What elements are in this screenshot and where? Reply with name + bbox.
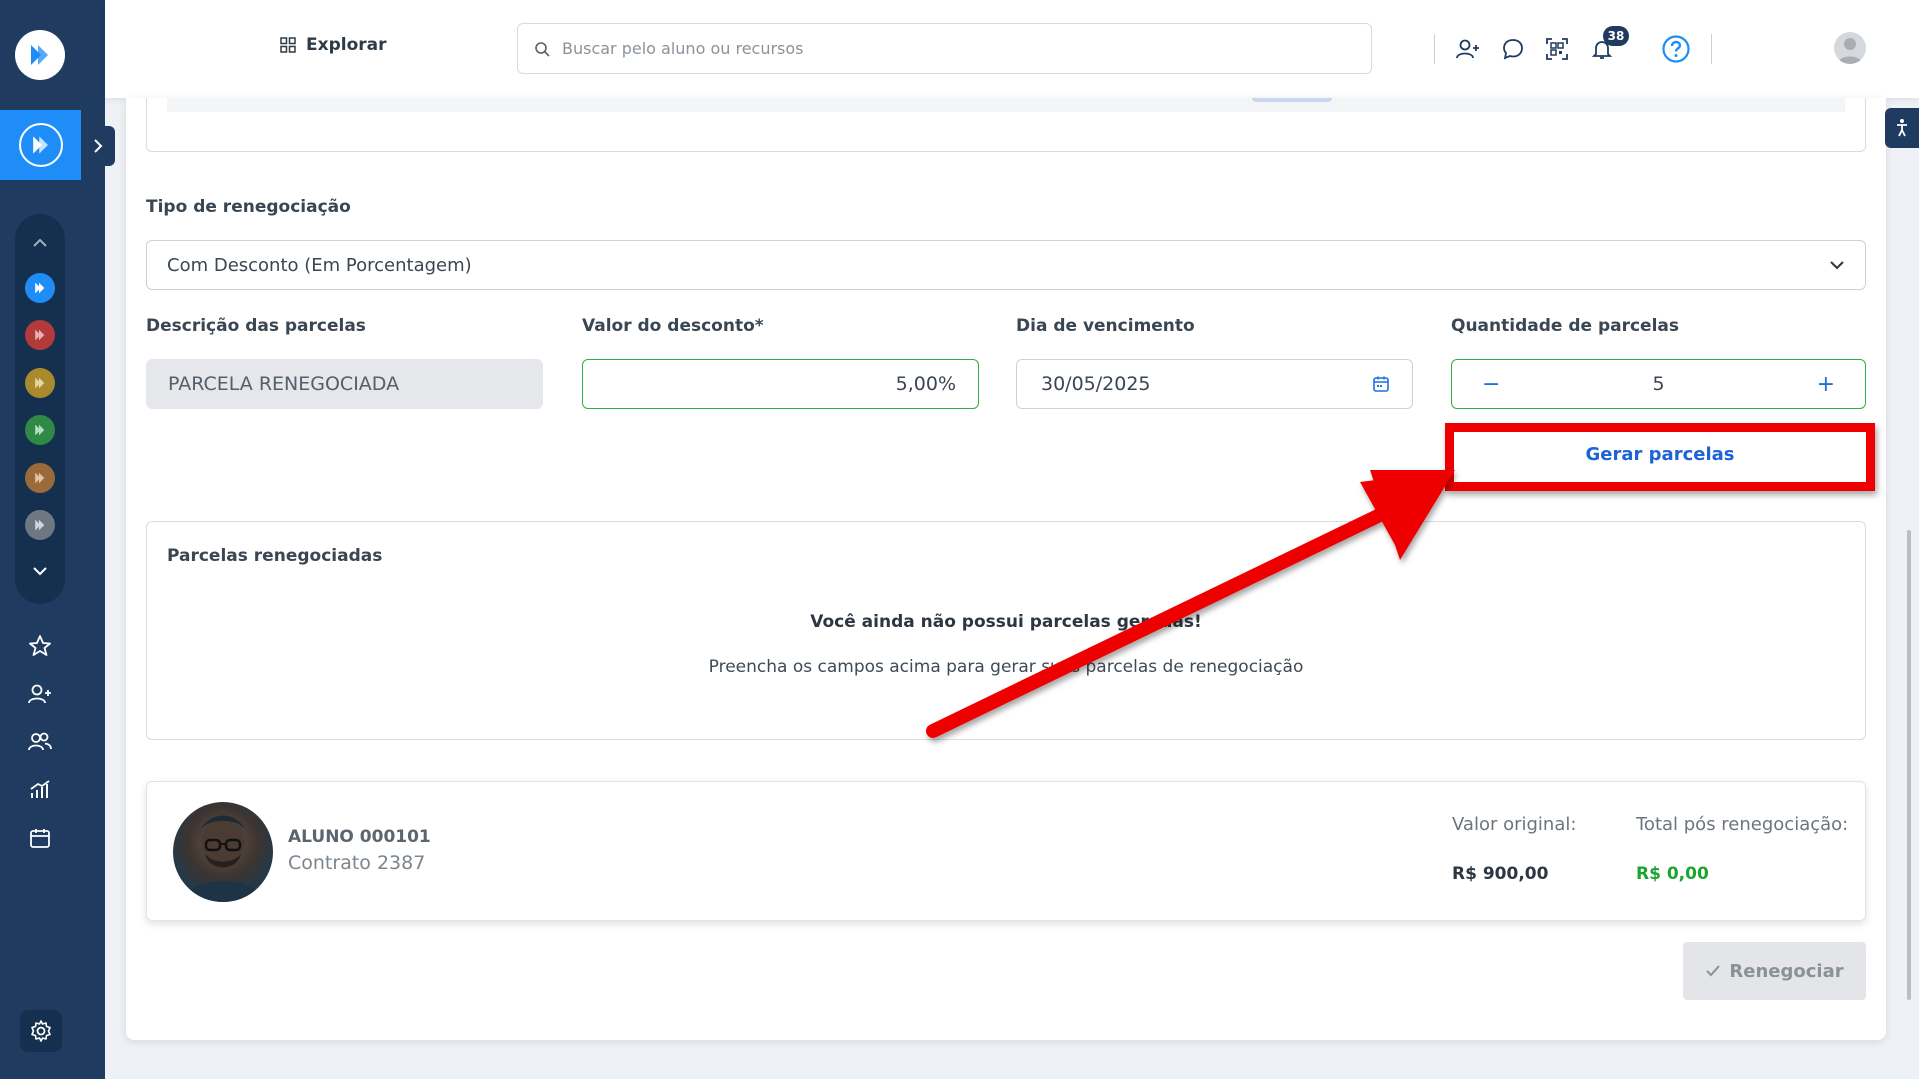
desconto-label: Valor do desconto* (582, 316, 764, 336)
grid-icon (280, 37, 296, 53)
notification-badge: 38 (1603, 26, 1629, 46)
quantidade-stepper: − 5 + (1451, 359, 1866, 409)
student-card: ALUNO 000101 Contrato 2387 Valor origina… (146, 781, 1866, 921)
help-icon[interactable] (1659, 32, 1693, 66)
calendar-icon[interactable] (24, 822, 56, 854)
module-brown-icon[interactable] (25, 463, 55, 493)
module-blue-icon[interactable] (25, 273, 55, 303)
decrement-button[interactable]: − (1482, 372, 1500, 397)
parcelas-section: Parcelas renegociadas Você ainda não pos… (146, 521, 1866, 740)
accessibility-icon (1897, 119, 1907, 137)
add-student-icon[interactable] (1451, 32, 1485, 66)
chevron-down-icon (1830, 261, 1844, 270)
renegociar-label: Renegociar (1729, 960, 1844, 982)
module-green-icon[interactable] (25, 415, 55, 445)
student-avatar (173, 802, 273, 902)
user-icon (1838, 38, 1862, 64)
student-name: ALUNO 000101 (288, 827, 431, 847)
previous-section-content (167, 98, 1845, 112)
quantidade-label: Quantidade de parcelas (1451, 316, 1680, 336)
module-gray-icon[interactable] (25, 510, 55, 540)
vencimento-value: 30/05/2025 (1041, 373, 1151, 395)
header-divider (1711, 34, 1712, 64)
desconto-value: 5,00% (895, 373, 956, 395)
gear-icon (31, 1020, 51, 1042)
student-contract: Contrato 2387 (288, 852, 426, 874)
chevron-up-icon[interactable] (24, 227, 56, 259)
original-value-label: Valor original: (1452, 814, 1577, 835)
accessibility-tab[interactable] (1885, 108, 1919, 148)
qr-code-icon[interactable] (1540, 32, 1574, 66)
chart-icon[interactable] (24, 774, 56, 806)
search-input[interactable] (562, 39, 1342, 58)
add-person-icon[interactable] (24, 678, 56, 710)
user-avatar[interactable] (1834, 32, 1866, 64)
settings-button[interactable] (20, 1010, 62, 1052)
sidebar (0, 0, 115, 1079)
previous-section-pill (1252, 98, 1332, 102)
chat-icon[interactable] (1496, 32, 1530, 66)
original-value: R$ 900,00 (1452, 864, 1549, 884)
app-logo[interactable] (15, 30, 65, 80)
module-red-icon[interactable] (25, 320, 55, 350)
vencimento-field[interactable]: 30/05/2025 (1016, 359, 1413, 409)
renegociar-button[interactable]: Renegociar (1683, 942, 1866, 1000)
module-gold-icon[interactable] (25, 368, 55, 398)
highlight-box (1445, 423, 1875, 491)
calendar-icon[interactable] (1372, 375, 1390, 393)
empty-state-subtitle: Preencha os campos acima para gerar suas… (708, 657, 1304, 677)
search-icon (535, 41, 550, 57)
explore-label: Explorar (306, 35, 387, 55)
tipo-select-value: Com Desconto (Em Porcentagem) (167, 254, 472, 276)
parcelas-title: Parcelas renegociadas (167, 546, 383, 566)
header-divider (1434, 34, 1435, 64)
vencimento-label: Dia de vencimento (1016, 316, 1195, 336)
expand-sidebar-button[interactable] (81, 126, 115, 166)
tipo-select[interactable]: Com Desconto (Em Porcentagem) (146, 240, 1866, 290)
explore-button[interactable]: Explorar (280, 35, 387, 55)
module-logo-icon (18, 123, 63, 167)
chevron-right-icon (94, 139, 103, 153)
total-value: R$ 0,00 (1636, 864, 1709, 884)
people-icon[interactable] (24, 726, 56, 758)
total-value-label: Total pós renegociação: (1636, 814, 1849, 835)
chevron-down-icon[interactable] (24, 555, 56, 587)
increment-button[interactable]: + (1817, 372, 1835, 397)
favorites-star-icon[interactable] (24, 630, 56, 662)
search-bar[interactable] (517, 23, 1372, 74)
page-scrollbar[interactable] (1907, 530, 1911, 1000)
descricao-label: Descrição das parcelas (146, 316, 366, 336)
descricao-value: PARCELA RENEGOCIADA (168, 373, 400, 395)
quantidade-value[interactable]: 5 (1652, 373, 1664, 395)
notifications-button[interactable]: 38 (1585, 26, 1629, 66)
previous-section-box (146, 98, 1866, 152)
top-header: Explorar 38 (105, 0, 1919, 98)
descricao-field: PARCELA RENEGOCIADA (146, 359, 543, 409)
tipo-label: Tipo de renegociação (146, 197, 351, 217)
current-module-button[interactable] (0, 110, 81, 180)
logo-icon (31, 45, 48, 65)
desconto-field[interactable]: 5,00% (582, 359, 979, 409)
empty-state-title: Você ainda não possui parcelas geradas! (810, 612, 1202, 632)
check-icon (1706, 965, 1721, 977)
